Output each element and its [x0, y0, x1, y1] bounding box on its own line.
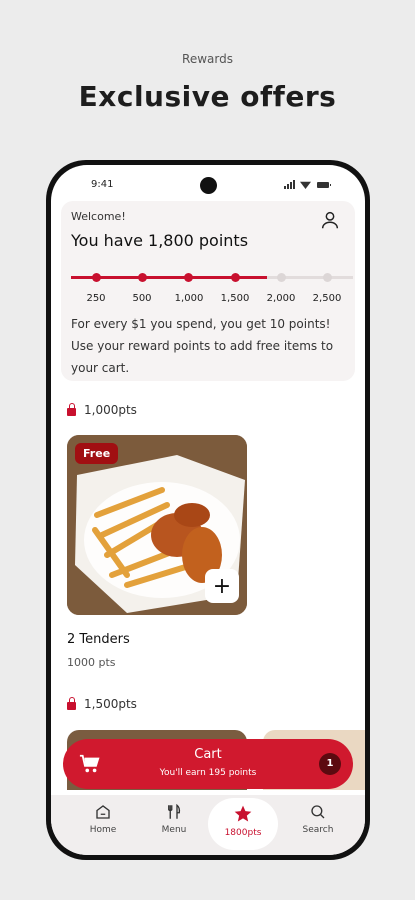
item-points: 1000 pts — [67, 656, 116, 669]
search-icon — [311, 805, 325, 819]
rewards-description: For every $1 you spend, you get 10 point… — [71, 317, 334, 375]
phone-frame: 9:41 Welcome! You have 1,800 points 250 … — [46, 160, 370, 860]
rewards-card: Welcome! You have 1,800 points 250 500 1… — [61, 201, 355, 381]
milestone-dot — [231, 273, 240, 282]
tab-search[interactable]: Search — [288, 803, 348, 835]
tab-label: Search — [302, 825, 334, 835]
wifi-icon — [300, 181, 311, 189]
milestone-label: 1,500 — [220, 293, 250, 304]
cart-title: Cart — [194, 747, 222, 762]
front-camera — [200, 177, 217, 194]
tier-header: 1,500pts — [67, 697, 137, 711]
status-bar: 9:41 — [51, 175, 365, 195]
milestone-label: 2,000 — [266, 293, 296, 304]
home-icon — [96, 805, 110, 819]
status-icons — [284, 180, 331, 189]
promo-eyebrow: Rewards — [182, 52, 233, 66]
tab-label: 1800pts — [224, 828, 262, 838]
tab-rewards[interactable]: 1800pts — [208, 798, 278, 850]
points-progress-track — [71, 267, 353, 287]
tier-label: 1,000pts — [84, 403, 137, 417]
menu-icon — [168, 803, 181, 819]
tier-label: 1,500pts — [84, 697, 137, 711]
milestone-dot — [277, 273, 286, 282]
milestone-label: 2,500 — [312, 293, 342, 304]
bottom-tab-bar: Home Menu 1800pts Search — [51, 795, 365, 855]
cart-points-earned: You'll earn 195 points — [159, 768, 257, 778]
star-icon — [234, 805, 252, 822]
milestone-labels: 250 500 1,000 1,500 2,000 2,500 — [71, 293, 353, 307]
welcome-text: Welcome! — [71, 210, 126, 223]
cart-button[interactable]: Cart You'll earn 195 points 1 — [63, 739, 353, 789]
tab-label: Home — [89, 825, 117, 835]
reward-item-card[interactable]: Free + — [67, 435, 247, 615]
free-badge: Free — [75, 443, 119, 464]
lock-icon — [67, 697, 76, 710]
cart-count-badge: 1 — [319, 753, 341, 775]
item-name: 2 Tenders — [67, 632, 130, 647]
battery-icon — [317, 181, 331, 188]
status-time: 9:41 — [91, 179, 114, 190]
tab-menu[interactable]: Menu — [144, 803, 204, 835]
milestone-label: 1,000 — [174, 293, 204, 304]
signal-icon — [284, 180, 295, 189]
milestone-label: 250 — [86, 293, 106, 304]
points-balance: You have 1,800 points — [71, 231, 249, 250]
milestone-dot — [184, 273, 193, 282]
tab-home[interactable]: Home — [73, 803, 133, 835]
tier-header: 1,000pts — [67, 403, 137, 417]
tab-label: Menu — [161, 825, 187, 835]
milestone-dot — [138, 273, 147, 282]
add-item-button[interactable]: + — [205, 569, 239, 603]
lock-icon — [67, 403, 76, 416]
milestone-dot — [323, 273, 332, 282]
profile-icon[interactable] — [319, 209, 341, 231]
milestone-dot — [92, 273, 101, 282]
app-screen: 9:41 Welcome! You have 1,800 points 250 … — [51, 165, 365, 855]
milestone-label: 500 — [132, 293, 152, 304]
promo-headline: Exclusive offers — [78, 80, 337, 113]
